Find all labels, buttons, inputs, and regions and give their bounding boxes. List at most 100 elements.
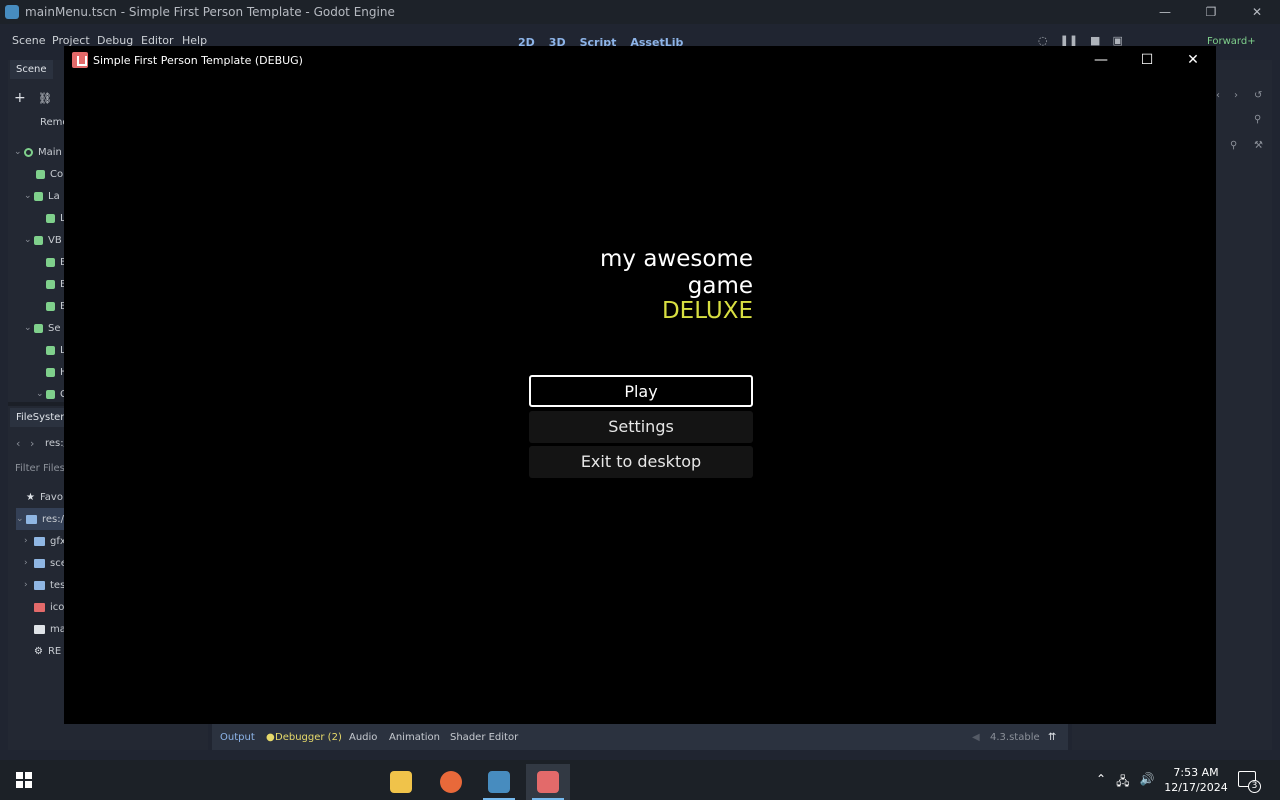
button-node-icon: [46, 301, 55, 311]
tab-output[interactable]: Output: [220, 732, 255, 743]
checkbox-icon: [46, 389, 55, 399]
folder-icon: [34, 536, 45, 546]
back-icon[interactable]: ‹: [16, 437, 20, 450]
chevron-down-icon: ⌄: [36, 389, 44, 399]
godot-taskbar-button[interactable]: [477, 764, 521, 800]
notification-count-badge: 3: [1248, 780, 1261, 793]
slider-icon: [46, 367, 55, 377]
firefox-icon: [440, 771, 462, 793]
folder-icon: [390, 771, 412, 793]
chevron-down-icon: ⌄: [24, 235, 32, 245]
tree-node[interactable]: L: [46, 207, 66, 229]
speaker-icon[interactable]: 🔊: [1139, 772, 1154, 793]
fs-file[interactable]: ico: [34, 596, 64, 618]
clock[interactable]: 7:53 AM 12/17/2024: [1160, 765, 1232, 795]
file-explorer-taskbar-button[interactable]: [379, 764, 423, 800]
history-icon[interactable]: ↺: [1254, 90, 1262, 101]
network-icon[interactable]: 🖧: [1116, 772, 1129, 793]
button-node-icon: [46, 279, 55, 289]
label-icon: [46, 213, 55, 223]
vbox-icon: [34, 235, 43, 245]
menu-scene[interactable]: Scene: [12, 34, 46, 47]
link-icon[interactable]: ⛓: [38, 92, 52, 105]
game-window-controls: — ☐ ✕: [1078, 46, 1216, 74]
bottom-panel: Output ● Debugger (2) Audio Animation Sh…: [212, 724, 1068, 750]
editor-minimize-button[interactable]: —: [1142, 0, 1188, 24]
fs-res-root[interactable]: ⌄ res://: [16, 508, 70, 530]
godot-icon: [488, 771, 510, 793]
chevron-left-icon[interactable]: ‹: [1216, 90, 1220, 101]
version-label: 4.3.stable: [990, 732, 1040, 743]
tree-node[interactable]: ⌄ Se: [24, 317, 61, 339]
color-rect-icon: [36, 169, 45, 179]
tree-node[interactable]: L: [46, 339, 66, 361]
maximize-button[interactable]: ☐: [1124, 46, 1170, 74]
game-title-main: my awesome game: [600, 246, 753, 299]
fs-favorites[interactable]: ★ Favo: [26, 486, 63, 508]
clock-time: 7:53 AM: [1173, 766, 1219, 779]
volume-icon: ◀: [972, 732, 980, 743]
firefox-taskbar-button[interactable]: [429, 764, 473, 800]
game-window: Simple First Person Template (DEBUG) — ☐…: [64, 46, 1216, 724]
chevron-down-icon: ⌄: [14, 147, 22, 157]
clock-date: 12/17/2024: [1164, 781, 1228, 794]
add-node-icon[interactable]: +: [14, 90, 26, 106]
chevron-down-icon: ⌄: [24, 191, 32, 201]
forward-icon[interactable]: ›: [30, 437, 34, 450]
tab-debugger[interactable]: Debugger (2): [275, 732, 342, 743]
taskbar: ⌃ 🖧 🔊 7:53 AM 12/17/2024 3: [0, 760, 1280, 800]
folder-icon: [34, 558, 45, 568]
bottom-right-area: [1072, 724, 1272, 750]
game-title-deluxe: DELUXE: [661, 298, 753, 324]
label-icon: [34, 191, 43, 201]
fs-folder[interactable]: › tes: [24, 574, 65, 596]
close-button[interactable]: ✕: [1170, 46, 1216, 74]
game-window-title: Simple First Person Template (DEBUG): [93, 53, 303, 67]
chevron-right-icon: ›: [24, 536, 28, 546]
chevron-up-icon[interactable]: ⌃: [1096, 772, 1106, 793]
tab-scene[interactable]: Scene: [10, 60, 53, 79]
fs-folder[interactable]: › gfx: [24, 530, 66, 552]
tab-shader-editor[interactable]: Shader Editor: [450, 732, 518, 743]
image-file-icon: [34, 602, 45, 612]
editor-window-title: mainMenu.tscn - Simple First Person Temp…: [25, 5, 395, 19]
button-node-icon: [46, 257, 55, 267]
tree-node[interactable]: Co: [36, 163, 63, 185]
game-taskbar-button[interactable]: [526, 764, 570, 800]
chevron-down-icon: ⌄: [16, 514, 24, 524]
search-icon[interactable]: ⚲: [1230, 140, 1237, 151]
label-icon: [46, 345, 55, 355]
editor-window-controls: — ❐ ✕: [1142, 0, 1280, 24]
settings-button[interactable]: Settings: [529, 411, 753, 443]
filter-files-input[interactable]: Filter Files: [15, 463, 65, 474]
chevron-right-icon: ›: [24, 580, 28, 590]
editor-maximize-button[interactable]: ❐: [1188, 0, 1234, 24]
game-icon: [537, 771, 559, 793]
tab-audio[interactable]: Audio: [349, 732, 377, 743]
fs-file[interactable]: ⚙ RE: [34, 640, 61, 662]
minimize-button[interactable]: —: [1078, 46, 1124, 74]
game-window-title-bar: Simple First Person Template (DEBUG) — ☐…: [64, 46, 1216, 74]
exit-to-desktop-button[interactable]: Exit to desktop: [529, 446, 753, 478]
control-node-icon: [24, 147, 33, 157]
desktop: mainMenu.tscn - Simple First Person Temp…: [0, 0, 1280, 800]
fs-file[interactable]: ma: [34, 618, 66, 640]
gear-icon: ⚙: [34, 645, 43, 657]
game-title: my awesome game DELUXE: [529, 246, 753, 324]
object-icon[interactable]: ⚲: [1254, 114, 1261, 125]
tools-icon[interactable]: ⚒: [1254, 140, 1263, 151]
tree-node[interactable]: ⌄ Main: [14, 141, 62, 163]
fs-folder[interactable]: › sce: [24, 552, 67, 574]
panel-icon: [34, 323, 43, 333]
chevron-down-icon: ⌄: [24, 323, 32, 333]
play-button[interactable]: Play: [529, 375, 753, 407]
windows-start-icon[interactable]: [16, 772, 32, 788]
editor-close-button[interactable]: ✕: [1234, 0, 1280, 24]
scene-file-icon: [34, 624, 45, 634]
tab-animation[interactable]: Animation: [389, 732, 440, 743]
expand-panel-icon[interactable]: ⇈: [1048, 732, 1056, 743]
tree-node[interactable]: ⌄ VB: [24, 229, 62, 251]
tree-node[interactable]: ⌄ La: [24, 185, 60, 207]
godot-app-icon: [5, 5, 19, 19]
chevron-right-icon[interactable]: ›: [1234, 90, 1238, 101]
